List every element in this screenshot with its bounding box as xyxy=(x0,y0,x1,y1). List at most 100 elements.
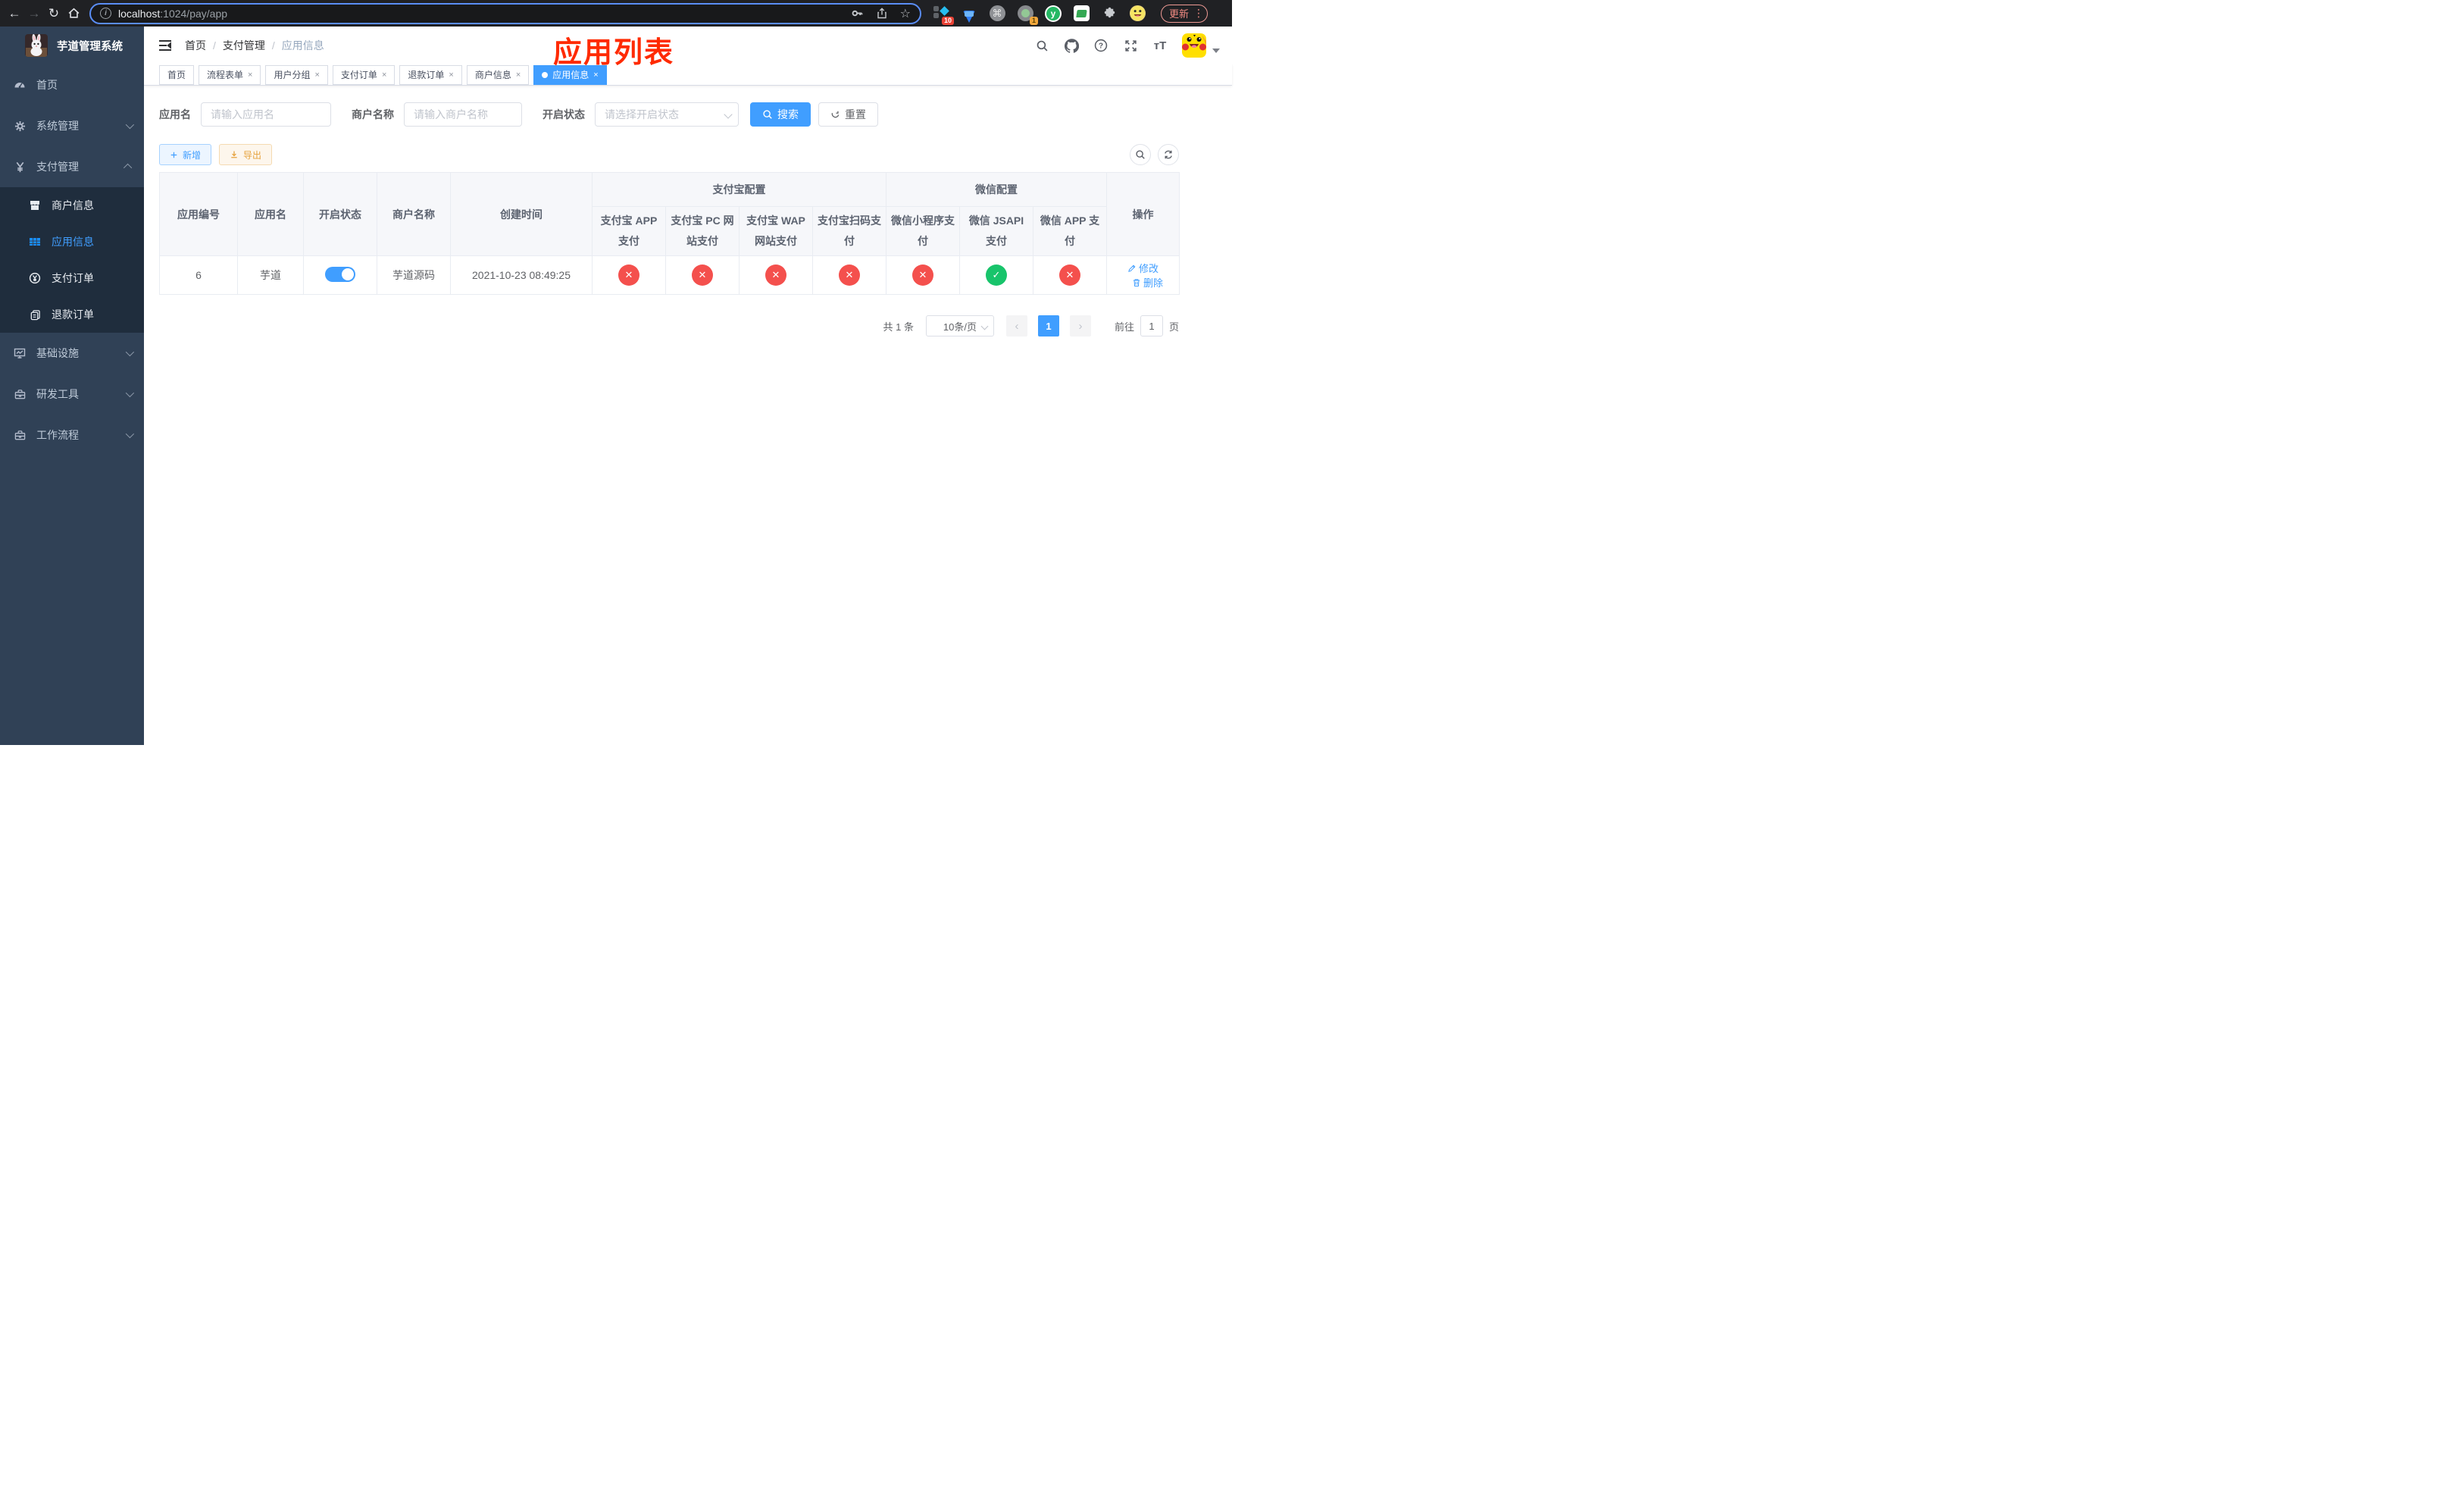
status-label: 开启状态 xyxy=(543,108,585,121)
browser-update-button[interactable]: 更新 ⋮ xyxy=(1161,4,1209,23)
browser-reload-button[interactable]: ↻ xyxy=(44,4,64,23)
extension-kit-icon[interactable]: 10 xyxy=(932,5,954,25)
extension-yuque-icon[interactable]: y xyxy=(1044,5,1062,23)
extension-gem-icon[interactable] xyxy=(960,5,978,23)
goto-page-input[interactable] xyxy=(1140,315,1163,337)
edit-button[interactable]: 修改 xyxy=(1127,261,1159,275)
wechat-app-status-icon xyxy=(1059,265,1080,286)
password-key-icon[interactable] xyxy=(851,7,864,20)
bookmark-star-icon[interactable]: ☆ xyxy=(900,6,911,21)
column-header-alipay-qr: 支付宝扫码支付 xyxy=(812,206,886,256)
tab-process-form[interactable]: 流程表单 × xyxy=(199,64,261,85)
column-header-wechat-mini: 微信小程序支付 xyxy=(886,206,960,256)
tab-home[interactable]: 首页 xyxy=(159,64,195,85)
site-info-icon[interactable]: i xyxy=(100,8,111,19)
app-table: 应用编号 应用名 开启状态 商户名称 创建时间 支付宝配置 微信配置 操作 支付… xyxy=(159,172,1180,295)
status-select-input[interactable] xyxy=(595,102,739,127)
sidebar-item-pay-order[interactable]: 支付订单 xyxy=(0,260,144,296)
font-size-icon[interactable]: тT xyxy=(1152,38,1168,53)
close-icon[interactable]: × xyxy=(593,70,598,80)
breadcrumb-current: 应用信息 xyxy=(281,39,324,52)
toolbox-icon xyxy=(14,388,26,400)
status-toggle[interactable] xyxy=(325,266,355,282)
total-count: 共 1 条 xyxy=(883,321,914,333)
browser-forward-button[interactable]: → xyxy=(24,4,44,23)
tab-merchant-info[interactable]: 商户信息 × xyxy=(466,64,530,85)
close-icon[interactable]: × xyxy=(382,70,386,80)
app-title: 芋道管理系统 xyxy=(57,40,123,53)
chevron-down-icon xyxy=(980,322,989,330)
app-logo-row[interactable]: 芋道管理系统 xyxy=(0,27,144,64)
sidebar-item-refund-order[interactable]: 退款订单 xyxy=(0,296,144,333)
tags-view: 首页 流程表单 × 用户分组 × 支付订单 × 退款订单 × 商户信息 × 应用信息 × xyxy=(144,64,1232,86)
sidebar-item-infrastructure[interactable]: 基础设施 xyxy=(0,333,144,374)
sidebar-item-home[interactable]: 首页 xyxy=(0,64,144,105)
extensions-puzzle-icon[interactable] xyxy=(1100,5,1118,23)
browser-menu-kebab-icon[interactable]: ⋮ xyxy=(1193,7,1204,20)
next-page-button[interactable]: › xyxy=(1069,315,1091,337)
current-page[interactable]: 1 xyxy=(1037,315,1059,337)
status-select[interactable] xyxy=(595,102,739,127)
app-name-input[interactable] xyxy=(201,102,331,127)
sidebar-item-dev-tools[interactable]: 研发工具 xyxy=(0,374,144,415)
sidebar-item-workflow[interactable]: 工作流程 xyxy=(0,415,144,455)
close-icon[interactable]: × xyxy=(516,70,521,80)
delete-button[interactable]: 删除 xyxy=(1132,275,1163,290)
breadcrumb-payment[interactable]: 支付管理 xyxy=(223,38,265,53)
search-icon[interactable] xyxy=(1034,38,1049,53)
cell-app-id: 6 xyxy=(159,255,238,295)
sidebar-item-app-info[interactable]: 应用信息 xyxy=(0,224,144,260)
refresh-table-button[interactable] xyxy=(1158,144,1179,165)
chevron-down-icon xyxy=(125,120,135,130)
close-icon[interactable]: × xyxy=(248,70,252,80)
extension-badge: 1 xyxy=(1029,16,1038,25)
toggle-search-button[interactable] xyxy=(1130,144,1151,165)
wechat-mini-status-icon xyxy=(912,265,933,286)
merchant-name-label: 商户名称 xyxy=(352,108,394,121)
add-button[interactable]: 新增 xyxy=(159,144,212,165)
group-header-wechat: 微信配置 xyxy=(886,172,1107,207)
github-icon[interactable] xyxy=(1064,38,1079,53)
tab-refund-order[interactable]: 退款订单 × xyxy=(399,64,462,85)
close-icon[interactable]: × xyxy=(449,70,453,80)
column-header-app-id: 应用编号 xyxy=(159,172,238,256)
address-bar[interactable]: i localhost:1024/pay/app ☆ xyxy=(89,2,921,24)
reset-button[interactable]: 重置 xyxy=(818,102,878,127)
avatar[interactable] xyxy=(1182,33,1206,58)
sidebar-item-system[interactable]: 系统管理 xyxy=(0,105,144,146)
chevron-down-icon xyxy=(125,347,135,357)
fullscreen-icon[interactable] xyxy=(1123,38,1138,53)
sidebar-item-merchant-info[interactable]: 商户信息 xyxy=(0,187,144,224)
browser-home-button[interactable] xyxy=(64,4,83,23)
extension-chat-icon[interactable] xyxy=(1072,5,1090,23)
column-header-app-name: 应用名 xyxy=(237,172,304,256)
browser-back-button[interactable]: ← xyxy=(5,4,24,23)
payment-submenu: 商户信息 应用信息 支付订单 退款订单 xyxy=(0,187,144,333)
pagination: 共 1 条 10条/页 ‹ 1 › 前往 页 xyxy=(159,315,1179,337)
share-icon[interactable] xyxy=(876,8,888,20)
cell-app-name: 芋道 xyxy=(237,255,304,295)
export-button[interactable]: 导出 xyxy=(219,144,273,165)
chevron-down-icon xyxy=(125,388,135,398)
search-button[interactable]: 搜索 xyxy=(750,102,811,127)
extension-command-icon[interactable]: ⌘ xyxy=(988,5,1006,23)
tab-pay-order[interactable]: 支付订单 × xyxy=(332,64,396,85)
sidebar-item-payment[interactable]: 支付管理 xyxy=(0,146,144,187)
breadcrumb-home[interactable]: 首页 xyxy=(185,38,206,53)
breadcrumb-separator: / xyxy=(271,39,275,52)
close-icon[interactable]: × xyxy=(314,70,319,80)
sidebar-collapse-icon[interactable] xyxy=(158,38,173,53)
prev-page-button[interactable]: ‹ xyxy=(1005,315,1027,337)
chevron-down-icon xyxy=(125,429,135,439)
column-header-wechat-app: 微信 APP 支付 xyxy=(1033,206,1107,256)
help-icon[interactable] xyxy=(1093,38,1108,53)
user-avatar-menu[interactable] xyxy=(1182,33,1220,58)
extension-recorder-icon[interactable]: 1 xyxy=(1016,5,1038,25)
merchant-name-input[interactable] xyxy=(404,102,522,127)
extension-badge: 10 xyxy=(941,16,954,25)
browser-profile-avatar[interactable] xyxy=(1128,5,1146,23)
sidebar: 芋道管理系统 首页 系统管理 支付管理 商户信息 应用信息 支付订单 退款订单 … xyxy=(0,27,144,745)
page-size-select[interactable]: 10条/页 xyxy=(925,315,994,337)
group-header-alipay: 支付宝配置 xyxy=(592,172,886,207)
tab-user-group[interactable]: 用户分组 × xyxy=(265,64,328,85)
